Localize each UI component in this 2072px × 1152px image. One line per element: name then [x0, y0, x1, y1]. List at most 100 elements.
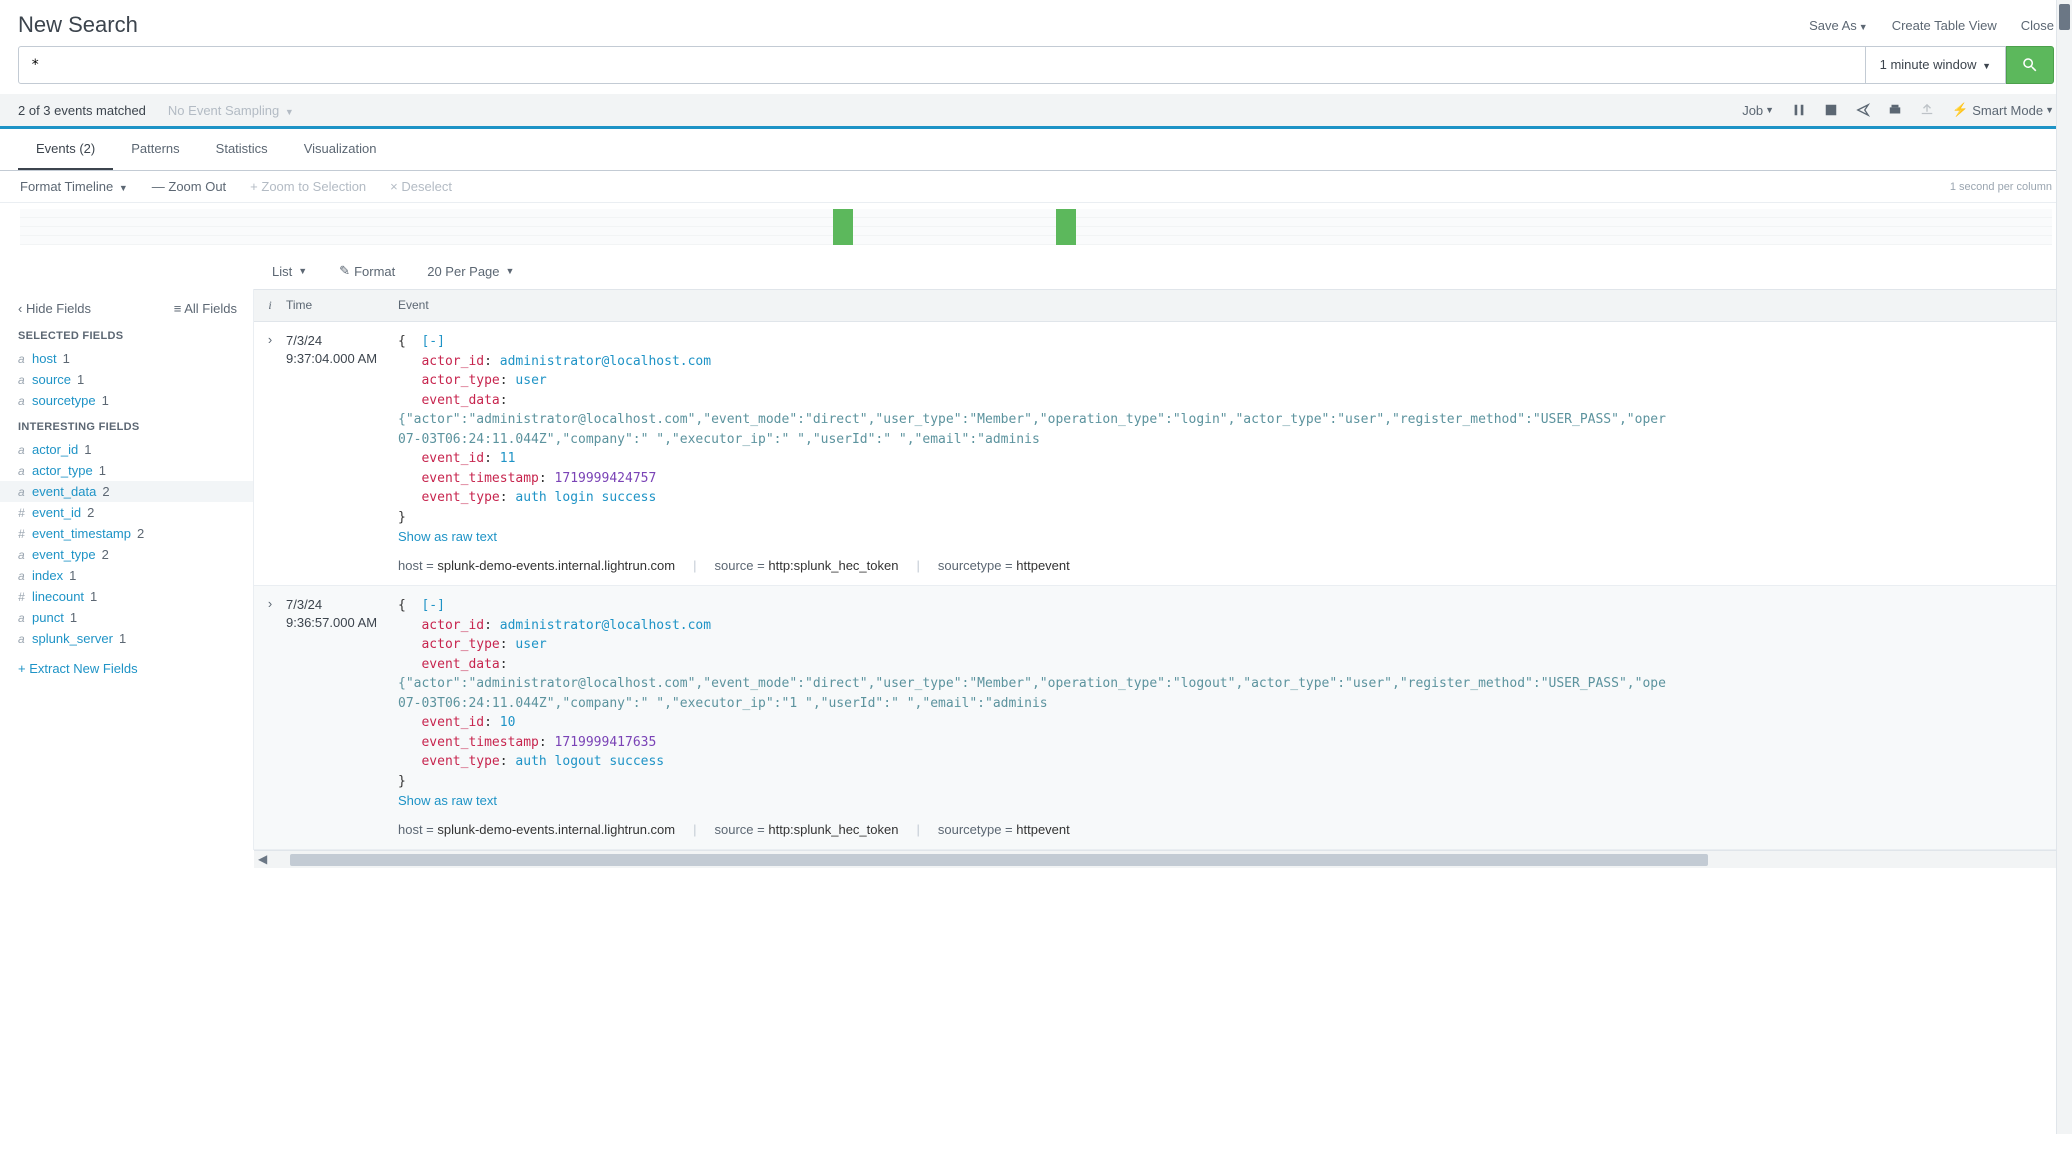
close-button[interactable]: Close [2021, 18, 2054, 33]
field-item-punct[interactable]: apunct1 [18, 607, 237, 628]
pencil-icon: ✎ [339, 263, 350, 279]
status-row: 2 of 3 events matched No Event Sampling … [0, 94, 2072, 129]
field-count: 1 [63, 351, 70, 366]
field-item-source[interactable]: asource1 [18, 369, 237, 390]
column-header-time[interactable]: Time [286, 298, 398, 313]
timeline-chart[interactable] [20, 209, 2052, 245]
field-item-splunk_server[interactable]: asplunk_server1 [18, 628, 237, 649]
event-metadata: host = splunk-demo-events.internal.light… [398, 820, 2072, 840]
timeline-bar[interactable] [833, 209, 853, 245]
field-count: 2 [102, 547, 109, 562]
deselect-button: × Deselect [390, 179, 452, 194]
tab-visualization[interactable]: Visualization [286, 129, 395, 170]
interesting-fields-heading: INTERESTING FIELDS [18, 421, 237, 433]
list-format-dropdown[interactable]: List ▼ [272, 264, 307, 279]
per-page-dropdown[interactable]: 20 Per Page ▼ [427, 264, 514, 279]
event-sampling-dropdown[interactable]: No Event Sampling ▼ [168, 103, 294, 118]
pause-icon[interactable] [1792, 103, 1806, 117]
field-item-event_type[interactable]: aevent_type2 [18, 544, 237, 565]
event-sourcetype[interactable]: sourcetype = httpevent [938, 556, 1070, 576]
expand-event-button[interactable]: › [254, 332, 286, 575]
extract-new-fields-link[interactable]: + Extract New Fields [18, 661, 237, 676]
vertical-scrollbar[interactable] [2056, 0, 2072, 1134]
field-item-event_data[interactable]: aevent_data2 [0, 481, 253, 502]
tab-patterns[interactable]: Patterns [113, 129, 197, 170]
field-item-index[interactable]: aindex1 [18, 565, 237, 586]
format-button[interactable]: ✎ Format [339, 263, 395, 279]
all-fields-button[interactable]: ≡ All Fields [174, 301, 237, 316]
job-dropdown[interactable]: Job ▼ [1742, 103, 1774, 118]
field-count: 2 [102, 484, 109, 499]
horizontal-scrollbar[interactable]: ◀ ▶ [254, 850, 2072, 868]
field-count: 1 [69, 568, 76, 583]
event-metadata: host = splunk-demo-events.internal.light… [398, 556, 2072, 576]
event-source[interactable]: source = http:splunk_hec_token [715, 556, 899, 576]
field-type-indicator: a [18, 464, 32, 478]
timeline-controls: Format Timeline ▼ — Zoom Out + Zoom to S… [0, 171, 2072, 203]
hide-fields-button[interactable]: ‹ Hide Fields [18, 301, 91, 316]
scrollbar-thumb[interactable] [2059, 4, 2070, 30]
run-search-button[interactable] [2006, 46, 2054, 84]
tab-events[interactable]: Events (2) [18, 129, 113, 170]
event-body: { [-] actor_id: administrator@localhost.… [398, 596, 2072, 839]
main-content: ‹ Hide Fields ≡ All Fields SELECTED FIEL… [0, 289, 2072, 850]
field-type-indicator: a [18, 569, 32, 583]
timeline-bar[interactable] [1056, 209, 1076, 245]
field-type-indicator: # [18, 590, 32, 604]
field-item-sourcetype[interactable]: asourcetype1 [18, 390, 237, 411]
header-actions: Save As▼ Create Table View Close [1809, 18, 2054, 33]
field-name: event_timestamp [32, 526, 131, 541]
field-type-indicator: a [18, 611, 32, 625]
time-range-picker[interactable]: 1 minute window ▼ [1866, 46, 2006, 84]
fields-sidebar: ‹ Hide Fields ≡ All Fields SELECTED FIEL… [0, 289, 254, 850]
event-source[interactable]: source = http:splunk_hec_token [715, 820, 899, 840]
search-icon [2021, 56, 2039, 74]
events-table-header: i Time Event [254, 289, 2072, 322]
collapse-json-link[interactable]: [-] [421, 598, 444, 613]
field-item-actor_id[interactable]: aactor_id1 [18, 439, 237, 460]
event-time: 7/3/249:36:57.000 AM [286, 596, 398, 839]
show-as-raw-text-link[interactable]: Show as raw text [398, 529, 497, 544]
field-item-event_timestamp[interactable]: #event_timestamp2 [18, 523, 237, 544]
field-name: linecount [32, 589, 84, 604]
expand-event-button[interactable]: › [254, 596, 286, 839]
caret-down-icon: ▼ [2045, 105, 2054, 115]
caret-down-icon: ▼ [506, 266, 515, 276]
field-type-indicator: # [18, 506, 32, 520]
caret-down-icon: ▼ [298, 266, 307, 276]
tab-statistics[interactable]: Statistics [198, 129, 286, 170]
share-icon[interactable] [1856, 103, 1870, 117]
event-host[interactable]: host = splunk-demo-events.internal.light… [398, 820, 675, 840]
create-table-view-button[interactable]: Create Table View [1892, 18, 1997, 33]
events-area: i Time Event ›7/3/249:37:04.000 AM{ [-] … [254, 289, 2072, 850]
stop-icon[interactable] [1824, 103, 1838, 117]
zoom-out-button[interactable]: — Zoom Out [152, 179, 226, 194]
zoom-to-selection-button: + Zoom to Selection [250, 179, 366, 194]
field-item-linecount[interactable]: #linecount1 [18, 586, 237, 607]
show-as-raw-text-link[interactable]: Show as raw text [398, 793, 497, 808]
field-item-host[interactable]: ahost 1 [18, 348, 237, 369]
column-header-event[interactable]: Event [398, 298, 2072, 313]
column-header-info[interactable]: i [254, 298, 286, 313]
save-as-button[interactable]: Save As▼ [1809, 18, 1868, 33]
field-name: host [32, 351, 57, 366]
field-item-event_id[interactable]: #event_id2 [18, 502, 237, 523]
field-item-actor_type[interactable]: aactor_type1 [18, 460, 237, 481]
search-query-input[interactable] [31, 57, 1853, 73]
field-count: 1 [84, 442, 91, 457]
field-type-indicator: a [18, 352, 32, 366]
field-type-indicator: a [18, 373, 32, 387]
field-count: 2 [137, 526, 144, 541]
event-host[interactable]: host = splunk-demo-events.internal.light… [398, 556, 675, 576]
print-icon[interactable] [1888, 103, 1902, 117]
scrollbar-thumb[interactable] [290, 854, 1708, 866]
event-row: ›7/3/249:37:04.000 AM{ [-] actor_id: adm… [254, 322, 2072, 586]
scroll-left-arrow[interactable]: ◀ [258, 852, 267, 866]
format-timeline-dropdown[interactable]: Format Timeline ▼ [20, 179, 128, 194]
smart-mode-dropdown[interactable]: ⚡Smart Mode ▼ [1952, 102, 2054, 118]
event-body: { [-] actor_id: administrator@localhost.… [398, 332, 2072, 575]
event-sourcetype[interactable]: sourcetype = httpevent [938, 820, 1070, 840]
field-name: event_type [32, 547, 96, 562]
event-time: 7/3/249:37:04.000 AM [286, 332, 398, 575]
collapse-json-link[interactable]: [-] [421, 334, 444, 349]
